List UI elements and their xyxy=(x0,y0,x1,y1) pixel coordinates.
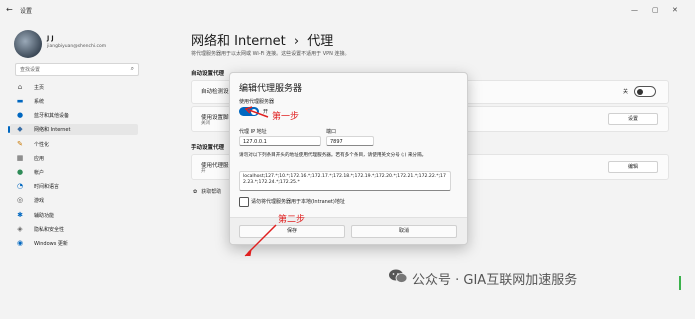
step2-arrow xyxy=(247,224,277,254)
watermark-text: 公众号 · GIA互联网加速服务 xyxy=(412,273,578,288)
wechat-icon xyxy=(389,269,408,283)
watermark-accent-bar xyxy=(679,276,681,290)
step1-annotation: 第一步 xyxy=(272,112,300,122)
annotation-arrows xyxy=(244,106,277,257)
step2-annotation: 第二步 xyxy=(278,215,306,225)
step1-arrow xyxy=(248,109,269,118)
step2-arrowhead xyxy=(244,248,252,257)
settings-window: ← 设置 — ▢ ✕ J J jiangbiyuan@shenchi.com 查… xyxy=(0,0,695,319)
